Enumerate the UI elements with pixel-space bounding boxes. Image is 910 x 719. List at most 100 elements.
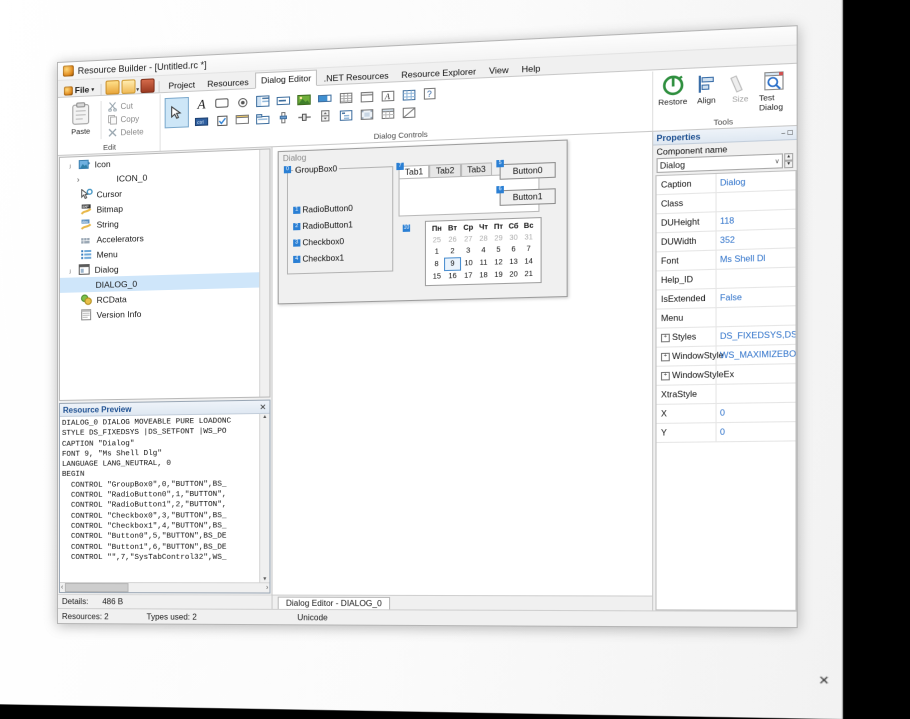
radio-icon[interactable] <box>234 94 251 110</box>
custom-icon[interactable] <box>400 104 418 120</box>
property-value[interactable] <box>717 315 796 317</box>
calendar-day[interactable]: 16 <box>445 270 461 282</box>
calendar-day[interactable]: 14 <box>521 255 536 268</box>
properties-grid[interactable]: CaptionDialog Class DUHeight118 DUWidth3… <box>655 170 796 611</box>
checkbox-icon[interactable] <box>213 112 230 128</box>
calendar-day[interactable]: 15 <box>429 271 444 283</box>
property-value[interactable]: WS_MAXIMIZEBOX,WS_MINIMIZ <box>717 349 796 360</box>
dialog-preview[interactable]: Dialog 0 GroupBox0 1 RadioButton0 2 Radi… <box>278 140 568 305</box>
scroll-up-icon[interactable]: ▲ <box>262 414 267 420</box>
chevron-down-icon[interactable]: ∨ <box>775 157 780 165</box>
edit-icon[interactable] <box>275 92 293 108</box>
calendar-day[interactable]: 12 <box>491 256 506 269</box>
calendar-day[interactable]: 5 <box>491 244 506 256</box>
resource-tree[interactable]: ⱼ Icon › ICON_0 Cursor BMP <box>59 148 271 401</box>
calendar-day-selected[interactable]: 9 <box>445 258 461 271</box>
expand-icon[interactable]: + <box>661 371 670 380</box>
pointer-tool[interactable] <box>165 97 189 128</box>
calendar-day[interactable]: 30 <box>506 232 521 244</box>
expand-icon[interactable]: + <box>661 352 670 361</box>
calendar-day[interactable]: 4 <box>476 245 491 257</box>
property-value[interactable]: 118 <box>717 214 796 226</box>
property-row-windowstyleex[interactable]: +WindowStyleEx <box>657 364 796 386</box>
calendar-day[interactable]: 21 <box>521 268 536 280</box>
richedit-icon[interactable]: A <box>379 87 397 103</box>
property-row-xtrastyle[interactable]: XtraStyle <box>657 384 796 405</box>
calendar-day[interactable]: 13 <box>506 256 521 269</box>
expand-icon[interactable]: + <box>661 333 670 342</box>
treeview-icon[interactable] <box>337 107 355 123</box>
slider-icon[interactable] <box>275 110 293 126</box>
file-button[interactable]: File ▾ <box>62 84 97 97</box>
listbox-icon[interactable] <box>337 89 355 105</box>
calendar-day[interactable]: 25 <box>429 235 444 247</box>
paste-button[interactable]: Paste <box>64 101 98 137</box>
button-icon[interactable] <box>213 95 230 111</box>
tab-dialog-editor[interactable]: Dialog Editor <box>255 70 318 89</box>
dialog-canvas[interactable]: Dialog 0 GroupBox0 1 RadioButton0 2 Radi… <box>273 132 653 596</box>
calendar-day[interactable]: 31 <box>521 232 536 244</box>
calendar-day[interactable]: 11 <box>476 257 491 270</box>
calendar-day[interactable]: 6 <box>506 244 521 256</box>
properties-maximize-icon[interactable]: ☐ <box>787 130 793 137</box>
dialog-tab-2[interactable]: Tab2 <box>430 164 461 178</box>
checkbox0-control[interactable]: 3 Checkbox0 <box>302 237 344 248</box>
property-value[interactable]: 0 <box>717 407 796 418</box>
spin-icon[interactable] <box>316 108 334 124</box>
align-button[interactable]: Align <box>691 73 721 106</box>
dropdown-icon[interactable]: ▾ <box>136 86 139 93</box>
tree-vertical-scrollbar[interactable] <box>259 149 269 396</box>
copy-button[interactable]: Copy <box>106 112 146 126</box>
folder-open-icon[interactable] <box>105 80 119 95</box>
calendar-day[interactable]: 27 <box>461 234 476 246</box>
progress-icon[interactable] <box>316 90 334 106</box>
label-icon[interactable]: A <box>193 96 210 112</box>
property-value[interactable]: False <box>717 291 796 303</box>
dialog-button-1[interactable]: 6 Button1 <box>500 188 556 206</box>
tab-resources[interactable]: Resources <box>201 74 255 92</box>
calendar-day[interactable]: 10 <box>461 257 476 270</box>
properties-minimize-icon[interactable]: – <box>781 130 785 137</box>
calendar-day[interactable]: 28 <box>476 233 491 245</box>
scroll-down-icon[interactable]: ▼ <box>262 576 267 582</box>
scroll-right-icon[interactable]: › <box>266 584 268 591</box>
delete-button[interactable]: Delete <box>106 125 146 139</box>
calendar-day[interactable]: 26 <box>445 234 461 246</box>
open-icon[interactable] <box>121 79 135 94</box>
combobox-icon[interactable] <box>234 111 251 127</box>
groupbox-icon[interactable] <box>358 88 376 104</box>
groupbox-control[interactable]: 0 GroupBox0 1 RadioButton0 2 RadioButton… <box>287 166 393 274</box>
tab-project[interactable]: Project <box>162 76 201 93</box>
outer-bottom-close-icon[interactable]: ✕ <box>818 673 829 688</box>
calendar-icon[interactable] <box>379 105 397 121</box>
radiobutton0-control[interactable]: 1 RadioButton0 <box>302 204 352 215</box>
calendar-day[interactable]: 17 <box>461 270 476 282</box>
calendar-control[interactable]: Пн Вт Ср Чт Пт Сб Вс 25 <box>425 217 541 286</box>
checkbox1-control[interactable]: 4 Checkbox1 <box>302 253 344 263</box>
code-vertical-scrollbar[interactable]: ▲ ▼ <box>259 414 269 582</box>
help-icon[interactable]: ? <box>421 86 439 102</box>
property-value[interactable] <box>717 277 796 279</box>
static-icon[interactable]: ctrl <box>193 113 210 129</box>
test-dialog-button[interactable]: Test Dialog <box>759 69 790 112</box>
tab-help[interactable]: Help <box>515 60 547 77</box>
tab-icon[interactable] <box>254 111 271 127</box>
dialog-tab-3[interactable]: Tab3 <box>461 162 492 176</box>
cut-button[interactable]: Cut <box>106 99 146 113</box>
calendar-day[interactable]: 19 <box>491 269 506 281</box>
property-value[interactable]: 352 <box>717 233 796 245</box>
animate-icon[interactable] <box>358 106 376 122</box>
calendar-day[interactable]: 29 <box>491 233 506 245</box>
property-row-y[interactable]: Y0 <box>657 422 796 443</box>
tab-view[interactable]: View <box>482 61 515 78</box>
calendar-day[interactable]: 18 <box>476 269 491 281</box>
calendar-day[interactable]: 20 <box>506 268 521 280</box>
picture-icon[interactable] <box>295 91 313 107</box>
property-row-windowstyle[interactable]: +WindowStyleWS_MAXIMIZEBOX,WS_MINIMIZ <box>657 345 796 367</box>
scroll-thumb[interactable] <box>65 583 129 592</box>
property-value[interactable] <box>717 200 796 203</box>
calendar-day[interactable]: 2 <box>445 246 461 258</box>
trackbar-icon[interactable] <box>295 109 313 125</box>
property-value[interactable]: Dialog <box>717 175 796 187</box>
property-value[interactable]: Ms Shell Dl <box>717 253 796 265</box>
